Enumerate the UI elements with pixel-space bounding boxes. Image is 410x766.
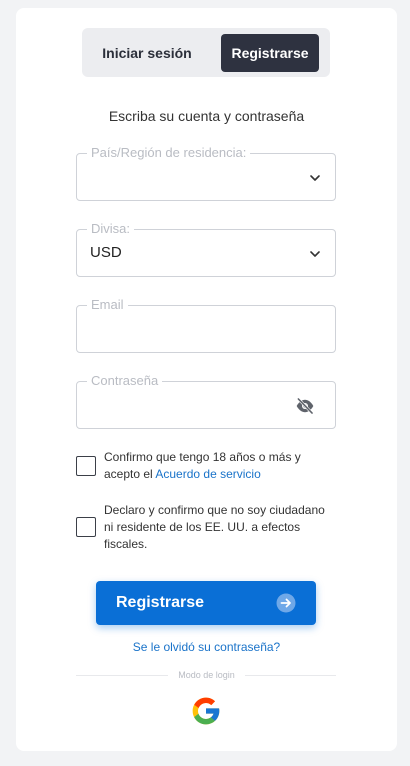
- us-tax-consent-checkbox[interactable]: [76, 517, 96, 537]
- arrow-right-circle-icon: [276, 593, 296, 613]
- auth-tabs: Iniciar sesión Registrarse: [82, 28, 330, 77]
- us-tax-consent-row: Declaro y confirmo que no soy ciudadano …: [76, 502, 336, 553]
- forgot-password-container: Se le olvidó su contraseña?: [16, 640, 397, 654]
- login-mode-label: Modo de login: [178, 670, 235, 680]
- register-button-label: Registrarse: [116, 594, 205, 611]
- age-consent-text: Confirmo que tengo 18 años o más y acept…: [104, 449, 336, 483]
- google-icon[interactable]: [190, 695, 222, 727]
- eye-off-icon[interactable]: [295, 396, 315, 416]
- currency-select[interactable]: Divisa: USD: [76, 221, 336, 277]
- tab-register[interactable]: Registrarse: [221, 34, 319, 72]
- tab-login[interactable]: Iniciar sesión: [88, 34, 206, 72]
- register-card: Iniciar sesión Registrarse Escriba su cu…: [16, 8, 397, 751]
- service-agreement-link[interactable]: Acuerdo de servicio: [155, 467, 260, 481]
- password-label: Contraseña: [87, 373, 163, 389]
- currency-value: USD: [90, 244, 122, 261]
- currency-label: Divisa:: [87, 221, 135, 237]
- form-subtitle: Escriba su cuenta y contraseña: [108, 108, 305, 124]
- age-consent-row: Confirmo que tengo 18 años o más y acept…: [76, 449, 336, 483]
- chevron-down-icon: [310, 175, 320, 181]
- register-button[interactable]: Registrarse: [96, 581, 316, 625]
- email-label: Email: [87, 297, 128, 313]
- chevron-down-icon: [310, 251, 320, 257]
- forgot-password-link[interactable]: Se le olvidó su contraseña?: [133, 640, 280, 654]
- email-field[interactable]: Email: [76, 297, 336, 353]
- password-field[interactable]: Contraseña: [76, 373, 336, 429]
- country-select[interactable]: País/Región de residencia:: [76, 145, 336, 201]
- age-consent-checkbox[interactable]: [76, 456, 96, 476]
- us-tax-consent-text: Declaro y confirmo que no soy ciudadano …: [104, 503, 325, 551]
- country-label: País/Región de residencia:: [87, 145, 251, 161]
